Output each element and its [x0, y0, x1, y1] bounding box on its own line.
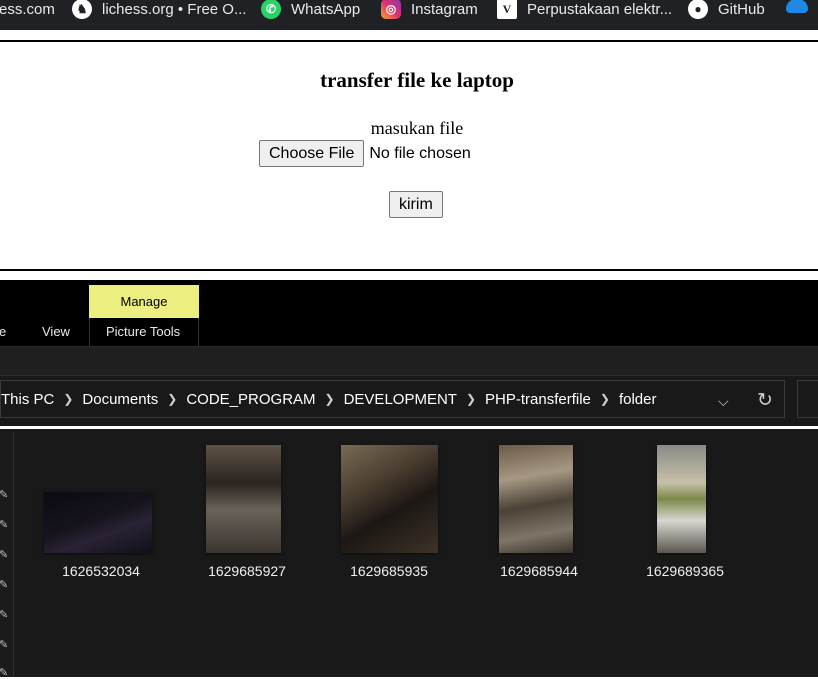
chevron-right-icon[interactable]: ❯ [325, 392, 335, 406]
breadcrumb-code-program[interactable]: CODE_PROGRAM [186, 391, 315, 408]
pin-icon[interactable]: ✎ [0, 640, 9, 651]
bookmark-whatsapp[interactable]: ✆ WhatsApp [261, 0, 361, 19]
lichess-icon: ♞ [72, 0, 92, 19]
no-file-text: No file chosen [369, 144, 471, 162]
tab-picture-tools[interactable]: Picture Tools [106, 324, 180, 339]
bottom-divider [0, 269, 818, 271]
breadcrumb-folder[interactable]: folder [619, 391, 657, 408]
file-input[interactable]: Choose File No file chosen [259, 140, 471, 167]
refresh-icon[interactable]: ↻ [757, 389, 773, 412]
file-explorer: Manage e View Picture Tools This PC ❯ Do… [0, 280, 818, 679]
page-title: transfer file ke laptop [320, 68, 514, 92]
chevron-right-icon[interactable]: ❯ [466, 392, 476, 406]
bookmark-github[interactable]: ● GitHub [688, 0, 765, 19]
breadcrumb-documents[interactable]: Documents [82, 391, 158, 408]
file-name[interactable]: 1629685935 [329, 563, 449, 579]
bookmark-label: GitHub [718, 0, 765, 18]
instagram-icon: ◎ [381, 0, 401, 19]
image-thumbnail[interactable] [657, 445, 706, 553]
pin-icon[interactable]: ✎ [0, 550, 9, 561]
kirim-button[interactable]: kirim [389, 191, 443, 218]
breadcrumb-php-transferfile[interactable]: PHP-transferfile [485, 391, 591, 408]
ribbon: Manage e View Picture Tools [0, 280, 818, 346]
bookmark-lichess[interactable]: ♞ lichess.org • Free O... [72, 0, 247, 19]
bookmark-perpustakaan[interactable]: V Perpustakaan elektr... [497, 0, 673, 19]
tab-share[interactable]: e [0, 324, 6, 339]
command-strip [0, 346, 818, 376]
perpustakaan-icon: V [497, 0, 517, 19]
address-band: This PC ❯ Documents ❯ CODE_PROGRAM ❯ DEV… [0, 376, 818, 426]
pin-icon[interactable]: ✎ [0, 610, 9, 621]
github-icon: ● [688, 0, 708, 19]
manage-tab[interactable]: Manage [89, 285, 199, 318]
search-input[interactable] [797, 380, 818, 418]
chevron-right-icon[interactable]: ❯ [63, 392, 73, 406]
bookmark-label: Instagram [411, 0, 478, 18]
pin-icon[interactable]: ✎ [0, 580, 9, 591]
breadcrumb-development[interactable]: DEVELOPMENT [344, 391, 457, 408]
cloud-icon[interactable] [786, 0, 808, 13]
file-name[interactable]: 1626532034 [41, 563, 161, 579]
choose-file-button[interactable]: Choose File [259, 140, 365, 167]
image-thumbnail[interactable] [206, 445, 281, 553]
pin-icon[interactable]: ✎ [0, 490, 9, 501]
navigation-pane: ✎ ✎ ✎ ✎ ✎ ✎ ✎ [0, 432, 14, 679]
file-label: masukan file [370, 118, 464, 138]
file-name[interactable]: 1629689365 [625, 563, 745, 579]
bookmarks-bar: ess.com ♞ lichess.org • Free O... ✆ What… [0, 0, 818, 30]
web-page: transfer file ke laptop masukan file Cho… [0, 30, 818, 280]
chevron-right-icon[interactable]: ❯ [600, 392, 610, 406]
tab-view[interactable]: View [42, 324, 70, 339]
bookmark-label: ess.com [0, 0, 55, 18]
bookmark-label: lichess.org • Free O... [102, 0, 247, 18]
bookmark-chess-com[interactable]: ess.com [0, 0, 55, 18]
image-thumbnail[interactable] [499, 445, 573, 553]
chevron-right-icon[interactable]: ❯ [167, 392, 177, 406]
address-bar[interactable]: This PC ❯ Documents ❯ CODE_PROGRAM ❯ DEV… [0, 380, 785, 418]
whatsapp-icon: ✆ [261, 0, 281, 19]
top-divider [0, 40, 818, 42]
breadcrumb-this-pc[interactable]: This PC [1, 391, 54, 408]
bookmark-instagram[interactable]: ◎ Instagram [381, 0, 478, 19]
bookmark-label: Perpustakaan elektr... [527, 0, 673, 18]
file-name[interactable]: 1629685944 [479, 563, 599, 579]
divider-line [0, 426, 818, 429]
image-thumbnail[interactable] [44, 492, 152, 553]
pin-icon[interactable]: ✎ [0, 520, 9, 531]
bookmark-label: WhatsApp [291, 0, 361, 18]
chevron-down-icon[interactable]: ⌵ [718, 393, 729, 410]
file-name[interactable]: 1629685927 [187, 563, 307, 579]
image-thumbnail[interactable] [341, 445, 438, 553]
